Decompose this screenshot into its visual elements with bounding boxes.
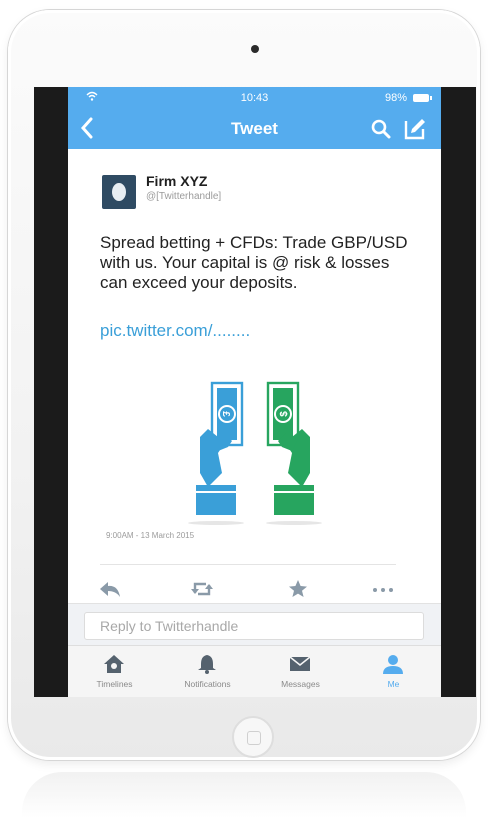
home-button[interactable] — [232, 716, 274, 758]
home-icon — [104, 655, 124, 673]
tweet-text: Spread betting + CFDs: Trade GBP/USD wit… — [100, 233, 408, 292]
envelope-icon — [289, 656, 311, 671]
author-name[interactable]: Firm XYZ — [146, 173, 207, 189]
search-icon[interactable] — [369, 117, 393, 141]
person-icon — [383, 655, 403, 674]
tab-bar: Timelines Notifications Messages Me — [68, 645, 441, 697]
status-bar: 10:43 98% — [68, 87, 441, 109]
pound-banknote: £ — [210, 381, 244, 447]
device-reflection — [22, 772, 466, 823]
more-icon[interactable] — [371, 579, 395, 599]
tab-me[interactable]: Me — [347, 646, 440, 697]
nav-bar: Tweet — [68, 109, 441, 149]
twitter-screen: 10:43 98% Tweet Firm XYZ @[Twitterhandle… — [68, 87, 441, 697]
front-camera — [251, 45, 259, 53]
reply-bar — [68, 603, 441, 646]
bell-icon — [198, 655, 216, 674]
divider — [100, 564, 396, 565]
battery-percent: 98% — [384, 92, 407, 104]
tab-label: Messages — [281, 679, 320, 689]
tab-label: Notifications — [184, 679, 231, 689]
svg-text:$: $ — [279, 411, 290, 417]
tweet-timestamp: 9:00AM - 13 March 2015 — [106, 531, 195, 540]
battery-icon — [413, 94, 432, 102]
retweet-icon[interactable] — [190, 579, 214, 599]
tab-timelines[interactable]: Timelines — [68, 646, 161, 697]
reply-icon[interactable] — [98, 579, 122, 599]
tab-label: Timelines — [96, 679, 133, 689]
favorite-icon[interactable] — [286, 579, 310, 599]
svg-text:£: £ — [220, 411, 231, 417]
compose-icon[interactable] — [403, 117, 427, 141]
reply-input[interactable] — [84, 612, 424, 640]
tweet-link[interactable]: pic.twitter.com/........ — [100, 321, 250, 341]
dollar-banknote: $ — [266, 381, 300, 447]
tab-notifications[interactable]: Notifications — [161, 646, 254, 697]
money-exchange-illustration[interactable]: £ $ — [188, 377, 338, 527]
tab-messages[interactable]: Messages — [254, 646, 347, 697]
author-handle: @[Twitterhandle] — [146, 191, 222, 202]
avatar[interactable] — [102, 175, 136, 209]
tab-label: Me — [387, 679, 400, 689]
